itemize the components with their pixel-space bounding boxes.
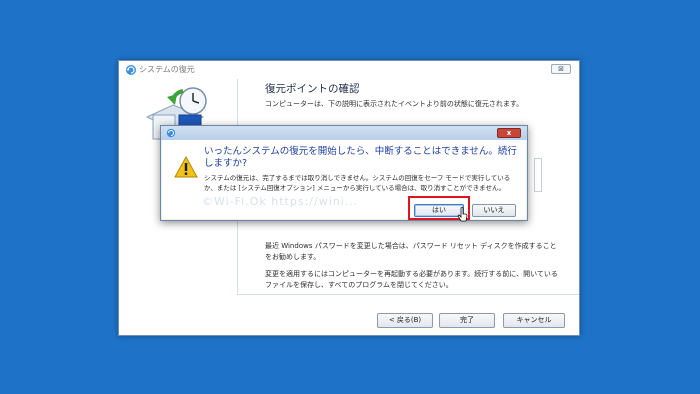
back-button[interactable]: < 戻る(B) — [377, 313, 433, 328]
system-restore-icon — [126, 65, 136, 75]
mouse-pointer-icon — [457, 207, 468, 222]
restart-note: 変更を適用するにはコンピューターを再起動する必要があります。続行する前に、開いて… — [265, 270, 558, 289]
warning-icon — [174, 156, 198, 178]
dialog-titlebar: x — [161, 126, 527, 140]
window-titlebar: システムの復元 ⊠ — [119, 61, 579, 79]
dialog-close-button[interactable]: x — [497, 128, 521, 138]
close-button[interactable]: ⊠ — [551, 64, 571, 74]
divider — [237, 294, 579, 295]
page-description: コンピューターは、下の説明に表示されたイベントより前の状態に復元されます。 — [265, 100, 524, 108]
details-pane-edge — [534, 158, 542, 192]
system-restore-icon — [166, 128, 176, 138]
dialog-detail-message: システムの復元は、完了するまでは取り消しできません。システムの回復をセーフ モー… — [204, 174, 511, 192]
page-title: 復元ポイントの確認 — [265, 83, 360, 95]
no-button[interactable]: いいえ — [472, 204, 516, 217]
finish-button[interactable]: 完了 — [439, 313, 495, 328]
window-title: システムの復元 — [139, 65, 195, 74]
watermark: ©Wi-Fi.Ok https://wini... — [202, 195, 359, 208]
dialog-body: いったんシステムの復元を開始したら、中断することはできません。続行しますか? シ… — [162, 140, 526, 219]
cancel-button[interactable]: キャンセル — [503, 313, 565, 328]
dialog-main-message: いったんシステムの復元を開始したら、中断することはできません。続行しますか? — [204, 146, 517, 169]
password-reset-note: 最近 Windows パスワードを変更した場合は、パスワード リセット ディスク… — [265, 242, 557, 261]
confirm-dialog: x いったんシステムの復元を開始したら、中断することはできません。続行しますか?… — [160, 125, 528, 221]
